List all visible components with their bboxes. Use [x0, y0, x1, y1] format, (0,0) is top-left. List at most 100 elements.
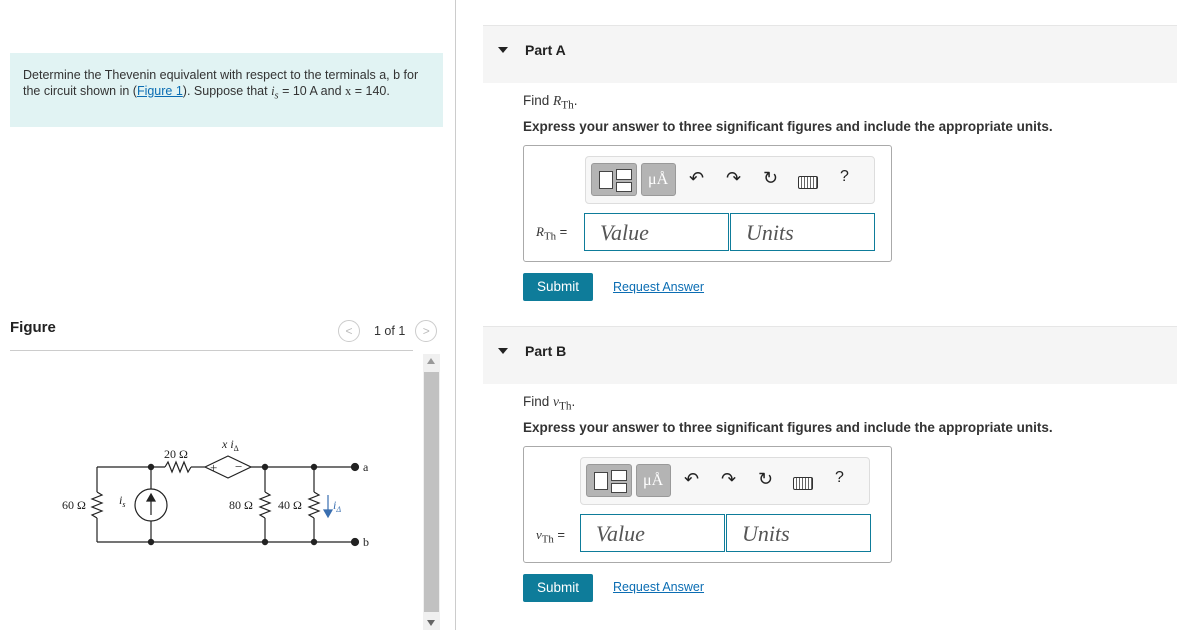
reset-icon[interactable]: ↻ [758, 469, 773, 490]
label-sub: Th [543, 230, 556, 243]
math-toolbar: μÅ ↶ ↷ ↻ ? [580, 457, 870, 505]
resistor-60 [90, 491, 104, 519]
math-toolbar: μÅ ↶ ↷ ↻ ? [585, 156, 875, 204]
next-figure-button[interactable]: > [415, 320, 438, 342]
part-b-request-answer-link[interactable]: Request Answer [613, 580, 704, 594]
resistor-20 [164, 460, 192, 474]
part-a-find: Find RTh. [523, 93, 578, 112]
node [147, 538, 155, 546]
redo-icon[interactable]: ↷ [721, 469, 736, 490]
label-eq: = [555, 224, 568, 239]
templates-icon [594, 472, 608, 490]
prev-figure-button[interactable]: < [338, 320, 360, 342]
find-suffix: . [573, 93, 578, 108]
label-a: a [363, 460, 369, 474]
terminal-b-dot [350, 537, 360, 547]
figure-divider [10, 350, 413, 351]
templates-icon-part [611, 470, 627, 481]
label-xi: x iΔ [221, 437, 239, 453]
node [310, 463, 318, 471]
label-var: R [536, 224, 544, 239]
scroll-up-arrow-icon[interactable] [427, 358, 435, 364]
left-panel: Determine the Thevenin equivalent with r… [0, 0, 455, 630]
units-icon: μÅ [643, 472, 664, 489]
current-arrow-head [322, 509, 334, 519]
figure-pager: < 1 of 1 > [338, 320, 438, 342]
node [147, 463, 155, 471]
undo-icon[interactable]: ↶ [689, 168, 704, 189]
x-value: = 140. [351, 84, 390, 98]
resistor-40 [307, 491, 321, 519]
pager-text: 1 of 1 [374, 324, 406, 338]
collapse-arrow-icon[interactable] [498, 348, 508, 354]
templates-icon [599, 171, 613, 189]
units-icon: μÅ [648, 171, 669, 188]
node [310, 538, 318, 546]
undo-icon[interactable]: ↶ [684, 469, 699, 490]
terminal-a-dot [350, 462, 360, 472]
part-a-title: Part A [525, 42, 566, 58]
problem-text-mid: ). Suppose that [182, 84, 272, 98]
templates-icon-part [616, 182, 632, 192]
units-button[interactable]: μÅ [636, 464, 671, 497]
part-b-submit-button[interactable]: Submit [523, 574, 593, 602]
units-button[interactable]: μÅ [641, 163, 676, 196]
units-input[interactable]: Units [730, 213, 875, 251]
help-icon[interactable]: ? [835, 469, 844, 487]
redo-icon[interactable]: ↷ [726, 168, 741, 189]
templates-button[interactable] [586, 464, 632, 497]
part-a-label: RTh = [536, 224, 567, 243]
scroll-thumb[interactable] [424, 372, 439, 612]
find-suffix: . [571, 394, 576, 409]
find-sub: Th [559, 400, 572, 413]
label-80: 80 Ω [229, 498, 253, 512]
part-b-answer-box: μÅ ↶ ↷ ↻ ? vTh = Value Units [523, 446, 892, 563]
keyboard-icon[interactable] [798, 176, 818, 189]
templates-icon-part [611, 483, 627, 493]
resistor-80 [258, 491, 272, 519]
find-sub: Th [561, 99, 574, 112]
problem-statement: Determine the Thevenin equivalent with r… [10, 53, 443, 127]
templates-icon-part [616, 169, 632, 180]
part-b-header[interactable]: Part B [483, 326, 1177, 384]
part-a-instructions: Express your answer to three significant… [523, 119, 1053, 134]
circuit-diagram: 60 Ω is 20 Ω x iΔ + − 80 Ω 40 Ω iΔ a b [62, 437, 369, 549]
figure-link[interactable]: Figure 1 [137, 84, 183, 98]
figure-title: Figure [10, 319, 56, 336]
part-a-header[interactable]: Part A [483, 25, 1177, 83]
help-icon[interactable]: ? [840, 168, 849, 186]
reset-icon[interactable]: ↻ [763, 168, 778, 189]
value-input[interactable]: Value [580, 514, 725, 552]
scroll-down-arrow-icon[interactable] [427, 620, 435, 626]
part-b-instructions: Express your answer to three significant… [523, 420, 1053, 435]
label-b: b [363, 535, 369, 549]
panel-divider [455, 0, 456, 630]
label-40: 40 Ω [278, 498, 302, 512]
keyboard-icon[interactable] [793, 477, 813, 490]
chevron-right-icon: > [422, 324, 430, 338]
part-b-find: Find vTh. [523, 394, 575, 413]
figure-scrollbar[interactable] [423, 354, 440, 630]
dep-plus: + [210, 460, 217, 475]
part-a-answer-box: μÅ ↶ ↷ ↻ ? RTh = Value Units [523, 145, 892, 262]
part-a-submit-button[interactable]: Submit [523, 273, 593, 301]
part-b-label: vTh = [536, 527, 565, 546]
units-input[interactable]: Units [726, 514, 871, 552]
label-sub: Th [541, 533, 554, 546]
source-arrow-head [145, 492, 157, 502]
find-prefix: Find [523, 394, 554, 409]
chevron-left-icon: < [345, 324, 353, 338]
label-eq: = [553, 527, 566, 542]
part-b-title: Part B [525, 343, 567, 359]
dep-minus: − [235, 459, 242, 474]
collapse-arrow-icon[interactable] [498, 47, 508, 53]
find-prefix: Find [523, 93, 554, 108]
node [261, 538, 269, 546]
label-is: is [119, 493, 125, 509]
label-60: 60 Ω [62, 498, 86, 512]
value-input[interactable]: Value [584, 213, 729, 251]
label-idelta: iΔ [333, 498, 341, 514]
is-value: = 10 A and [278, 84, 345, 98]
part-a-request-answer-link[interactable]: Request Answer [613, 280, 704, 294]
templates-button[interactable] [591, 163, 637, 196]
